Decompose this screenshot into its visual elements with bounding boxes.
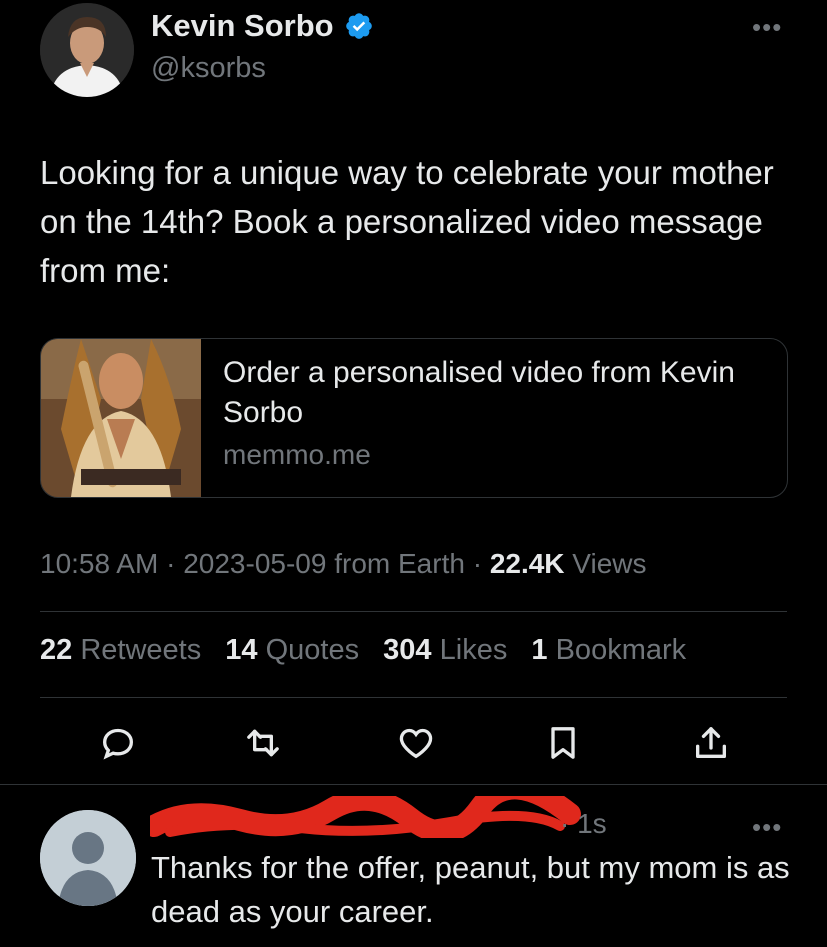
verified-badge-icon [345, 13, 372, 39]
bookmark-button[interactable] [540, 720, 586, 766]
author-avatar[interactable] [40, 3, 134, 97]
author-handle[interactable]: @ksorbs [151, 52, 266, 85]
retweet-icon [247, 729, 279, 757]
reply-icon [102, 728, 134, 760]
like-button[interactable] [393, 720, 439, 766]
reply-timestamp[interactable]: · 1s [560, 808, 607, 840]
views-label: Views [564, 548, 647, 579]
stat-quotes[interactable]: 14 Quotes [225, 634, 359, 666]
engagement-stats: 22 Retweets 14 Quotes 304 Likes 1 Bookma… [40, 634, 702, 667]
reply-text: Thanks for the offer, peanut, but my mom… [151, 850, 790, 929]
link-card[interactable]: Order a personalised video from Kevin So… [40, 338, 788, 498]
meta-separator: · [464, 548, 490, 579]
card-thumbnail-image [41, 339, 201, 497]
card-title[interactable]: Order a personalised video from Kevin So… [223, 353, 773, 433]
bookmark-icon [551, 727, 575, 759]
more-options-icon[interactable]: ••• [752, 12, 782, 43]
reply-more-options-icon[interactable]: ••• [752, 812, 782, 843]
divider [40, 697, 787, 698]
views-count: 22.4K [489, 548, 565, 579]
author-name[interactable]: Kevin Sorbo [151, 8, 334, 44]
reply-avatar-placeholder[interactable] [40, 810, 136, 906]
tweet-date[interactable]: 2023-05-09 [183, 548, 326, 579]
card-domain[interactable]: memmo.me [223, 439, 371, 471]
tweet-meta: 10:58 AM · 2023-05-09 from Earth · 22.4K… [40, 548, 647, 580]
tweet-source: from Earth [326, 548, 465, 579]
share-icon [696, 727, 726, 758]
redacted-username-scribble [150, 796, 581, 838]
meta-separator: · [158, 548, 184, 579]
stat-likes[interactable]: 304 Likes [383, 634, 507, 666]
author-name-row[interactable]: Kevin Sorbo [151, 8, 374, 44]
divider [0, 784, 827, 785]
like-icon [399, 728, 433, 759]
share-button[interactable] [688, 720, 734, 766]
stat-bookmarks[interactable]: 1 Bookmark [531, 634, 686, 666]
stat-retweets[interactable]: 22 Retweets [40, 634, 201, 666]
divider [40, 611, 787, 612]
reply-button[interactable] [95, 720, 141, 766]
tweet-text: Looking for a unique way to celebrate yo… [40, 154, 774, 289]
retweet-button[interactable] [240, 720, 286, 766]
tweet-time[interactable]: 10:58 AM [40, 548, 158, 579]
